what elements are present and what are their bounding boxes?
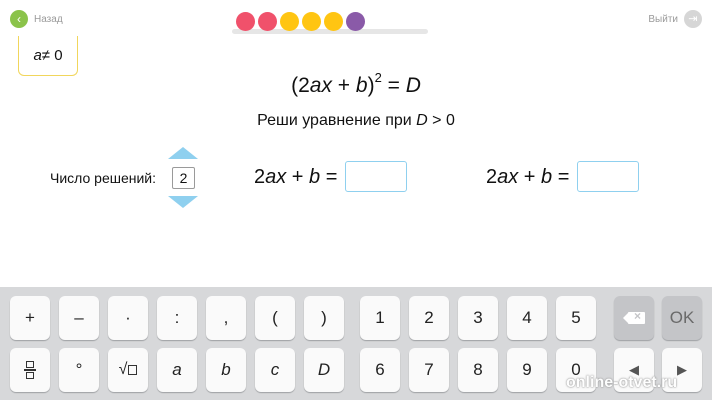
exit-label: Выйти <box>648 13 678 25</box>
eq-power: 2 <box>374 70 382 85</box>
key-sqrt[interactable]: √ <box>108 348 148 392</box>
ans1-x: x <box>276 166 287 188</box>
ans2-eq: = <box>552 166 570 188</box>
ans2-b: b <box>541 166 553 188</box>
ans1-b: b <box>309 166 321 188</box>
chevron-left-icon: ‹ <box>10 10 28 28</box>
answer-2-input[interactable] <box>577 161 639 192</box>
progress-dot <box>346 12 365 31</box>
sqrt-icon: √ <box>119 361 138 379</box>
key-multiply[interactable]: · <box>108 296 148 340</box>
key-degree[interactable]: ° <box>59 348 99 392</box>
task-prefix: Реши уравнение при <box>257 112 417 129</box>
increment-arrow-icon[interactable] <box>168 147 198 159</box>
decrement-arrow-icon[interactable] <box>168 196 198 208</box>
exit-button[interactable]: Выйти ⇥ <box>648 10 702 28</box>
progress-dot <box>302 12 321 31</box>
eq-d: D <box>405 74 421 97</box>
answer-1-input[interactable] <box>345 161 407 192</box>
ans2-coef: 2 <box>486 166 498 188</box>
key-2[interactable]: 2 <box>409 296 449 340</box>
key-6[interactable]: 6 <box>360 348 400 392</box>
eq-plus: + <box>331 74 356 97</box>
key-plus[interactable]: + <box>10 296 50 340</box>
ans1-eq: = <box>320 166 338 188</box>
condition-rest: ≠ 0 <box>41 47 63 64</box>
ans1-coef: 2 <box>254 166 266 188</box>
back-label: Назад <box>34 13 63 25</box>
key-var-c[interactable]: c <box>255 348 295 392</box>
fraction-icon <box>24 361 36 379</box>
condition-var: a <box>33 47 42 64</box>
task-text: Реши уравнение при D > 0 <box>0 112 712 130</box>
progress-dot <box>280 12 299 31</box>
key-open-paren[interactable]: ( <box>255 296 295 340</box>
key-9[interactable]: 9 <box>507 348 547 392</box>
eq-x: x <box>321 74 332 97</box>
backspace-icon: × <box>623 309 645 324</box>
backspace-button[interactable]: × <box>614 296 654 340</box>
back-button[interactable]: ‹ Назад <box>10 10 63 28</box>
key-3[interactable]: 3 <box>458 296 498 340</box>
key-4[interactable]: 4 <box>507 296 547 340</box>
key-comma[interactable]: , <box>206 296 246 340</box>
solutions-count-label: Число решений: <box>50 170 157 186</box>
key-var-b[interactable]: b <box>206 348 246 392</box>
ans2-plus: + <box>518 166 542 188</box>
key-1[interactable]: 1 <box>360 296 400 340</box>
solutions-count-value[interactable]: 2 <box>172 167 195 189</box>
key-7[interactable]: 7 <box>409 348 449 392</box>
ans1-a: a <box>265 166 277 188</box>
eq-close: ) <box>367 74 375 97</box>
ans2-x: x <box>508 166 519 188</box>
key-close-paren[interactable]: ) <box>304 296 344 340</box>
progress-dot <box>236 12 255 31</box>
progress-dots <box>236 12 365 31</box>
eq-open: (2 <box>291 74 310 97</box>
ans1-plus: + <box>286 166 310 188</box>
answer-2-label: 2ax + b = <box>486 166 569 189</box>
eq-a: a <box>309 74 322 97</box>
key-8[interactable]: 8 <box>458 348 498 392</box>
task-var: D <box>416 112 428 129</box>
task-cond: > 0 <box>427 112 455 129</box>
progress-dot <box>324 12 343 31</box>
main-equation: (2ax + b)2 = D <box>0 70 712 98</box>
key-var-a[interactable]: a <box>157 348 197 392</box>
key-minus[interactable]: – <box>59 296 99 340</box>
exit-icon: ⇥ <box>684 10 702 28</box>
key-divide[interactable]: : <box>157 296 197 340</box>
key-fraction[interactable] <box>10 348 50 392</box>
answer-1-label: 2ax + b = <box>254 166 337 189</box>
eq-equals: = <box>381 74 406 97</box>
ok-button[interactable]: OK <box>662 296 702 340</box>
ans2-a: a <box>497 166 509 188</box>
key-var-d[interactable]: D <box>304 348 344 392</box>
watermark: online-otvet.ru <box>566 374 678 391</box>
progress-dot <box>258 12 277 31</box>
key-5[interactable]: 5 <box>556 296 596 340</box>
eq-b: b <box>355 74 368 97</box>
